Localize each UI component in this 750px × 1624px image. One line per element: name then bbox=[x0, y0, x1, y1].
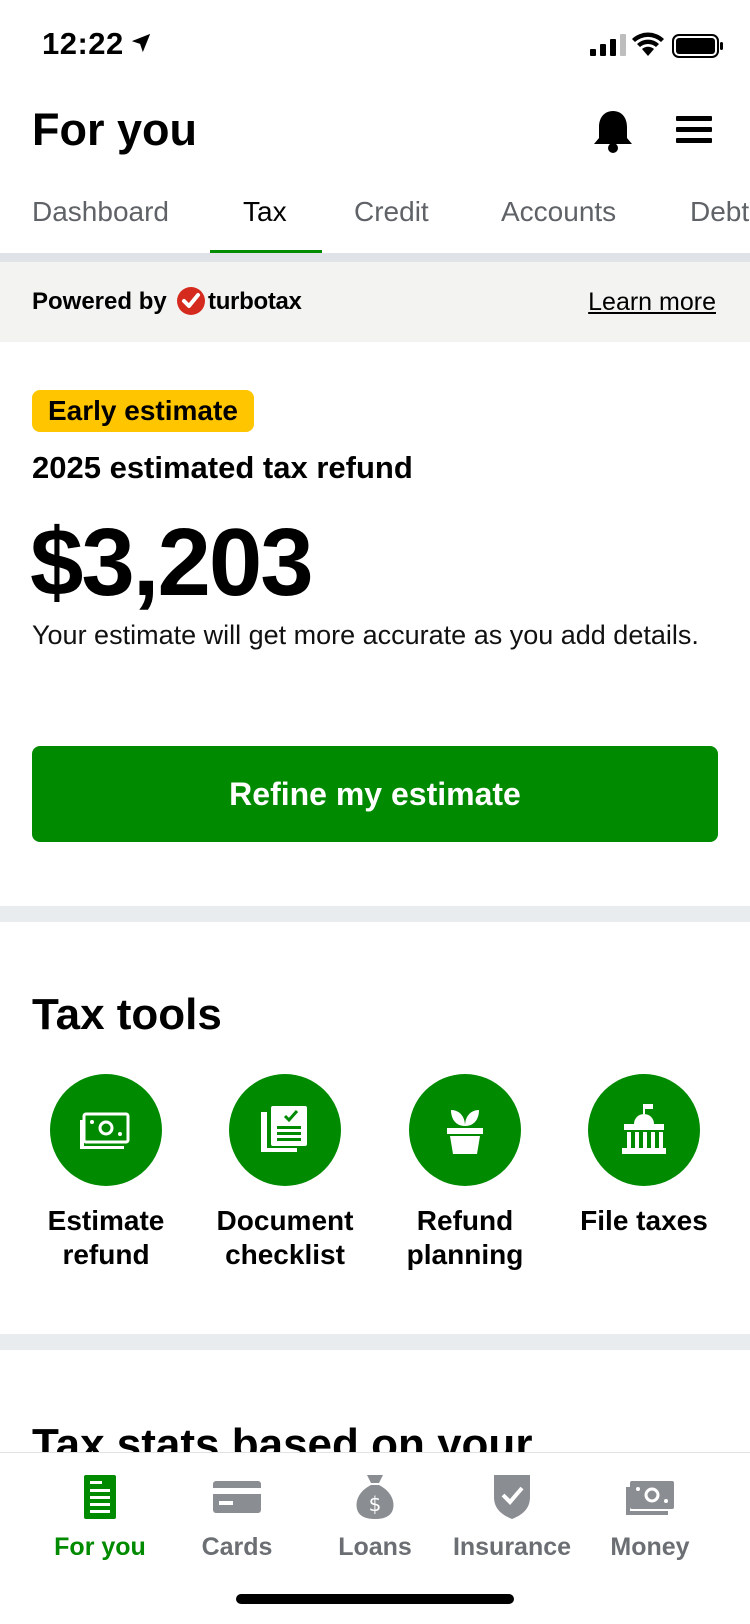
section-divider bbox=[0, 1334, 750, 1350]
tool-file-taxes[interactable]: File taxes bbox=[559, 1074, 729, 1238]
tool-label: Estimate refund bbox=[47, 1205, 165, 1270]
government-building-icon bbox=[622, 1104, 666, 1154]
shield-icon bbox=[494, 1475, 530, 1519]
nav-money[interactable]: Money bbox=[580, 1473, 720, 1562]
tab-tax[interactable]: Tax bbox=[243, 196, 287, 228]
credit-card-icon bbox=[213, 1481, 261, 1513]
nav-label: Loans bbox=[338, 1533, 412, 1561]
tool-label: Document checklist bbox=[216, 1205, 354, 1270]
tool-label: Refund planning bbox=[406, 1205, 524, 1270]
home-indicator[interactable] bbox=[236, 1594, 514, 1604]
cellular-signal-icon bbox=[590, 34, 626, 56]
nav-label: Cards bbox=[201, 1533, 273, 1561]
active-tab-indicator bbox=[210, 250, 322, 253]
nav-for-you[interactable]: For you bbox=[30, 1473, 170, 1562]
turbotax-logo: turbotax bbox=[208, 288, 302, 315]
section-divider bbox=[0, 906, 750, 922]
money-bag-icon: $ bbox=[356, 1475, 394, 1519]
tab-dashboard[interactable]: Dashboard bbox=[32, 196, 169, 228]
learn-more-link[interactable]: Learn more bbox=[588, 288, 716, 317]
tab-accounts[interactable]: Accounts bbox=[501, 196, 616, 228]
status-time: 12:22 bbox=[42, 26, 124, 61]
nav-label: Money bbox=[610, 1533, 690, 1561]
tool-label: File taxes bbox=[580, 1205, 708, 1236]
nav-label: For you bbox=[54, 1533, 146, 1561]
cash-icon bbox=[626, 1481, 674, 1515]
page-title: For you bbox=[32, 104, 197, 155]
tool-icon-circle bbox=[588, 1074, 700, 1186]
early-estimate-badge: Early estimate bbox=[32, 390, 254, 432]
refund-amount: $3,203 bbox=[30, 509, 314, 616]
tab-bar: Dashboard Tax Credit Accounts Debt bbox=[0, 180, 750, 262]
tool-icon-circle bbox=[229, 1074, 341, 1186]
tab-debt[interactable]: Debt bbox=[690, 196, 749, 228]
nav-loans[interactable]: $ Loans bbox=[305, 1473, 445, 1562]
turbotax-check-icon bbox=[177, 287, 205, 315]
checklist-icon bbox=[261, 1106, 307, 1152]
nav-label: Insurance bbox=[452, 1533, 572, 1561]
svg-text:$: $ bbox=[369, 1492, 382, 1516]
plant-pot-icon bbox=[447, 1110, 483, 1154]
estimate-description: Your estimate will get more accurate as … bbox=[32, 620, 699, 650]
location-arrow-icon bbox=[131, 33, 151, 53]
document-icon bbox=[84, 1475, 116, 1519]
money-bill-icon bbox=[80, 1112, 130, 1149]
battery-icon bbox=[672, 34, 723, 58]
wifi-icon bbox=[632, 32, 664, 56]
notification-bell-icon[interactable] bbox=[590, 108, 636, 154]
nav-cards[interactable]: Cards bbox=[167, 1473, 307, 1562]
tab-credit[interactable]: Credit bbox=[354, 196, 429, 228]
status-bar: 12:22 bbox=[0, 0, 750, 90]
hamburger-menu-icon[interactable] bbox=[676, 114, 712, 146]
tax-tools-title: Tax tools bbox=[32, 990, 222, 1039]
tool-icon-circle bbox=[50, 1074, 162, 1186]
refine-estimate-button[interactable]: Refine my estimate bbox=[32, 746, 718, 842]
tool-refund-planning[interactable]: Refund planning bbox=[380, 1074, 550, 1272]
powered-by-bar: Powered by turbotax Learn more bbox=[0, 262, 750, 342]
nav-insurance[interactable]: Insurance bbox=[442, 1473, 582, 1562]
estimate-label: 2025 estimated tax refund bbox=[32, 450, 413, 485]
powered-by-label: Powered by bbox=[32, 288, 167, 315]
tool-icon-circle bbox=[409, 1074, 521, 1186]
tool-estimate-refund[interactable]: Estimate refund bbox=[21, 1074, 191, 1272]
tool-document-checklist[interactable]: Document checklist bbox=[200, 1074, 370, 1272]
